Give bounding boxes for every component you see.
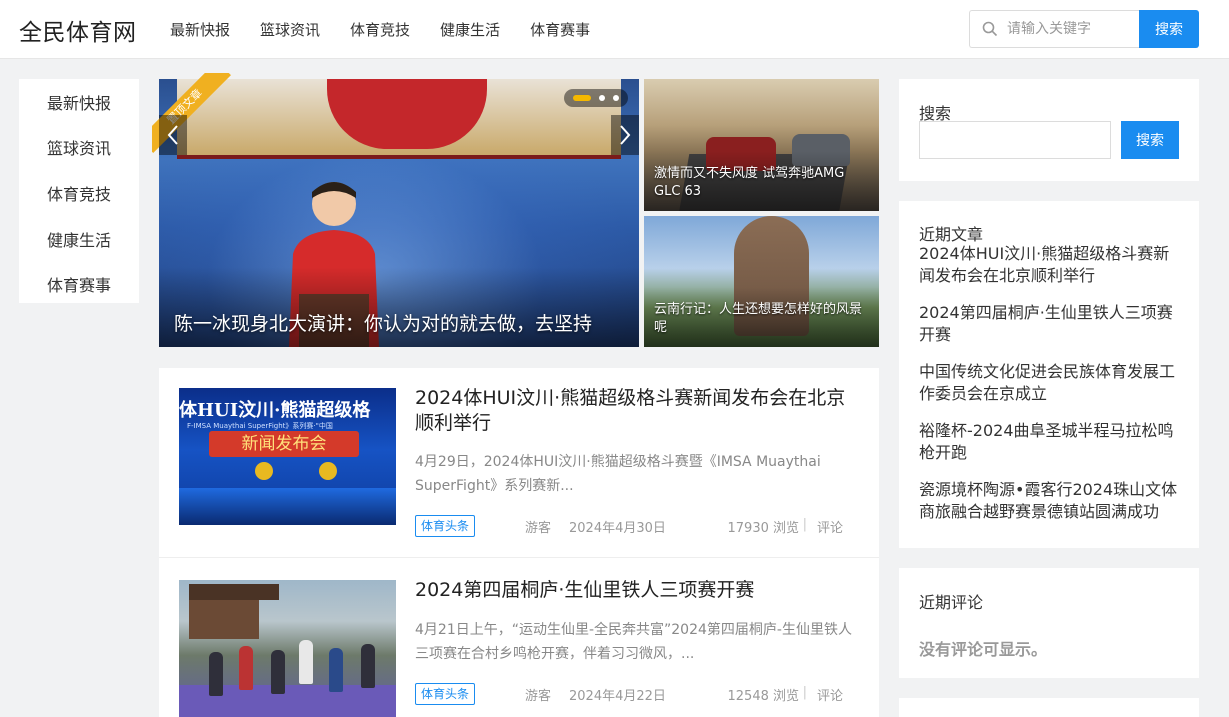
runner-shape — [209, 652, 223, 696]
search-icon — [981, 20, 999, 38]
slider-dot-3[interactable] — [613, 95, 619, 101]
emblem-icon — [319, 462, 337, 480]
site-logo[interactable]: 全民体育网 — [19, 13, 137, 47]
nav-item-sports[interactable]: 体育竞技 — [350, 19, 410, 40]
sidebar-item-health[interactable]: 健康生活 — [19, 216, 139, 262]
search-widget: 搜索 搜索 — [899, 79, 1199, 181]
chevron-right-icon — [620, 125, 631, 145]
article-meta: 体育头条 游客 2024年4月30日 17930 浏览 | 评论 — [415, 515, 863, 537]
recent-posts-widget: 近期文章 2024体HUI汶川·熊猫超级格斗赛新闻发布会在北京顺利举行 2024… — [899, 201, 1199, 548]
category-tag[interactable]: 体育头条 — [415, 683, 476, 705]
sidebar-item-events[interactable]: 体育赛事 — [19, 261, 139, 307]
no-comments-text: 没有评论可显示。 — [919, 640, 1048, 659]
runner-shape — [299, 640, 313, 684]
sidebar-item-sports[interactable]: 体育竞技 — [19, 170, 139, 216]
side-feature-caption: 云南行记：人生还想要怎样好的风景呢 — [654, 302, 863, 335]
slider-next-button[interactable] — [611, 115, 639, 155]
meta-divider: | — [802, 685, 807, 700]
category-tag[interactable]: 体育头条 — [415, 515, 476, 537]
article-thumbnail[interactable] — [179, 580, 396, 717]
thumb-stage — [179, 488, 396, 525]
article-author: 游客 — [525, 689, 552, 704]
sidebar-menu: 最新快报 篮球资讯 体育竞技 健康生活 体育赛事 — [19, 79, 139, 303]
header-search-input[interactable] — [1007, 21, 1127, 37]
thumb-building — [189, 584, 279, 639]
header-search-box — [969, 10, 1139, 48]
article-meta: 体育头条 游客 2024年4月22日 12548 浏览 | 评论 — [415, 683, 863, 705]
article-item: 2024第四届桐庐·生仙里铁人三项赛开赛 4月21日上午，“运动生仙里-全民奔共… — [159, 560, 879, 717]
article-views: 17930 浏览 — [727, 521, 800, 536]
runner-shape — [361, 644, 375, 688]
slide-screen-image — [177, 79, 621, 159]
header-search-button[interactable]: 搜索 — [1139, 10, 1199, 48]
article-excerpt: 4月29日，2024体HUI汶川·熊猫超级格斗赛暨《IMSA Muaythai … — [415, 454, 821, 494]
recent-post-link[interactable]: 中国传统文化促进会民族体育发展工作委员会在京成立 — [919, 361, 1181, 405]
nav-item-basketball[interactable]: 篮球资讯 — [260, 19, 320, 40]
side-feature-1[interactable]: 激情而又不失风度 试驾奔驰AMG GLC 63 — [644, 79, 879, 211]
slide-caption[interactable]: 陈一冰现身北大演讲：你认为对的就去做，去坚持 — [174, 309, 592, 336]
meta-divider: | — [802, 517, 807, 532]
slider-pagination — [564, 89, 628, 107]
recent-post-link[interactable]: 2024体HUI汶川·熊猫超级格斗赛新闻发布会在北京顺利举行 — [919, 243, 1181, 287]
nav-item-latest[interactable]: 最新快报 — [170, 19, 230, 40]
recent-post-link[interactable]: 2024第四届桐庐·生仙里铁人三项赛开赛 — [919, 302, 1181, 346]
slider-dot-1[interactable] — [573, 95, 591, 101]
runner-shape — [271, 650, 285, 694]
side-feature-2[interactable]: 云南行记：人生还想要怎样好的风景呢 — [644, 216, 879, 347]
recent-posts-list: 2024体HUI汶川·熊猫超级格斗赛新闻发布会在北京顺利举行 2024第四届桐庐… — [919, 243, 1181, 538]
thumb-banner-text: 体HUI汶川·熊猫超级格 — [179, 400, 371, 421]
article-views: 12548 浏览 — [727, 689, 800, 704]
thumb-subtext: F-IMSA Muaythai SuperFight》系列赛·"中国 — [187, 422, 333, 430]
article-title[interactable]: 2024体HUI汶川·熊猫超级格斗赛新闻发布会在北京顺利举行 — [415, 386, 863, 436]
emblem-icon — [255, 462, 273, 480]
sidebar-item-basketball[interactable]: 篮球资讯 — [19, 125, 139, 171]
article-list: 体HUI汶川·熊猫超级格 F-IMSA Muaythai SuperFight》… — [159, 368, 879, 717]
widget-title: 近期评论 — [919, 593, 984, 612]
article-comment-link[interactable]: 评论 — [817, 517, 843, 536]
article-author: 游客 — [525, 521, 552, 536]
widget-title: 近期文章 — [919, 225, 984, 244]
article-title[interactable]: 2024第四届桐庐·生仙里铁人三项赛开赛 — [415, 578, 863, 603]
article-item: 体HUI汶川·熊猫超级格 F-IMSA Muaythai SuperFight》… — [159, 368, 879, 558]
side-feature-caption: 激情而又不失风度 试驾奔驰AMG GLC 63 — [654, 166, 845, 199]
site-header: 全民体育网 最新快报 篮球资讯 体育竞技 健康生活 体育赛事 搜索 — [0, 0, 1229, 59]
article-thumbnail[interactable]: 体HUI汶川·熊猫超级格 F-IMSA Muaythai SuperFight》… — [179, 388, 396, 525]
runner-shape — [239, 646, 253, 690]
slider-dot-2[interactable] — [599, 95, 605, 101]
slider-prev-button[interactable] — [159, 115, 187, 155]
recent-post-link[interactable]: 裕隆杯-2024曲阜圣城半程马拉松鸣枪开跑 — [919, 420, 1181, 464]
chevron-left-icon — [167, 125, 178, 145]
recent-post-link[interactable]: 瓷源境杯陶源•霞客行2024珠山文体商旅融合越野赛景德镇站圆满成功 — [919, 479, 1181, 523]
main-nav: 最新快报 篮球资讯 体育竞技 健康生活 体育赛事 — [170, 0, 620, 59]
widget-search-button[interactable]: 搜索 — [1121, 121, 1179, 159]
slide-screen-figure — [327, 79, 487, 149]
article-date: 2024年4月30日 — [569, 521, 666, 536]
nav-item-health[interactable]: 健康生活 — [440, 19, 500, 40]
sidebar-item-latest[interactable]: 最新快报 — [19, 79, 139, 125]
widget-search-input[interactable] — [919, 121, 1111, 159]
runner-shape — [329, 648, 343, 692]
article-excerpt: 4月21日上午，“运动生仙里-全民奔共富”2024第四届桐庐-生仙里铁人三项赛在… — [415, 622, 852, 662]
thumb-roof — [189, 584, 279, 600]
recent-comments-widget: 近期评论 没有评论可显示。 — [899, 568, 1199, 678]
article-date: 2024年4月22日 — [569, 689, 666, 704]
article-comment-link[interactable]: 评论 — [817, 685, 843, 704]
thumb-press-conference-banner: 新闻发布会 — [209, 431, 359, 457]
nav-item-events[interactable]: 体育赛事 — [530, 19, 590, 40]
next-widget — [899, 698, 1199, 717]
